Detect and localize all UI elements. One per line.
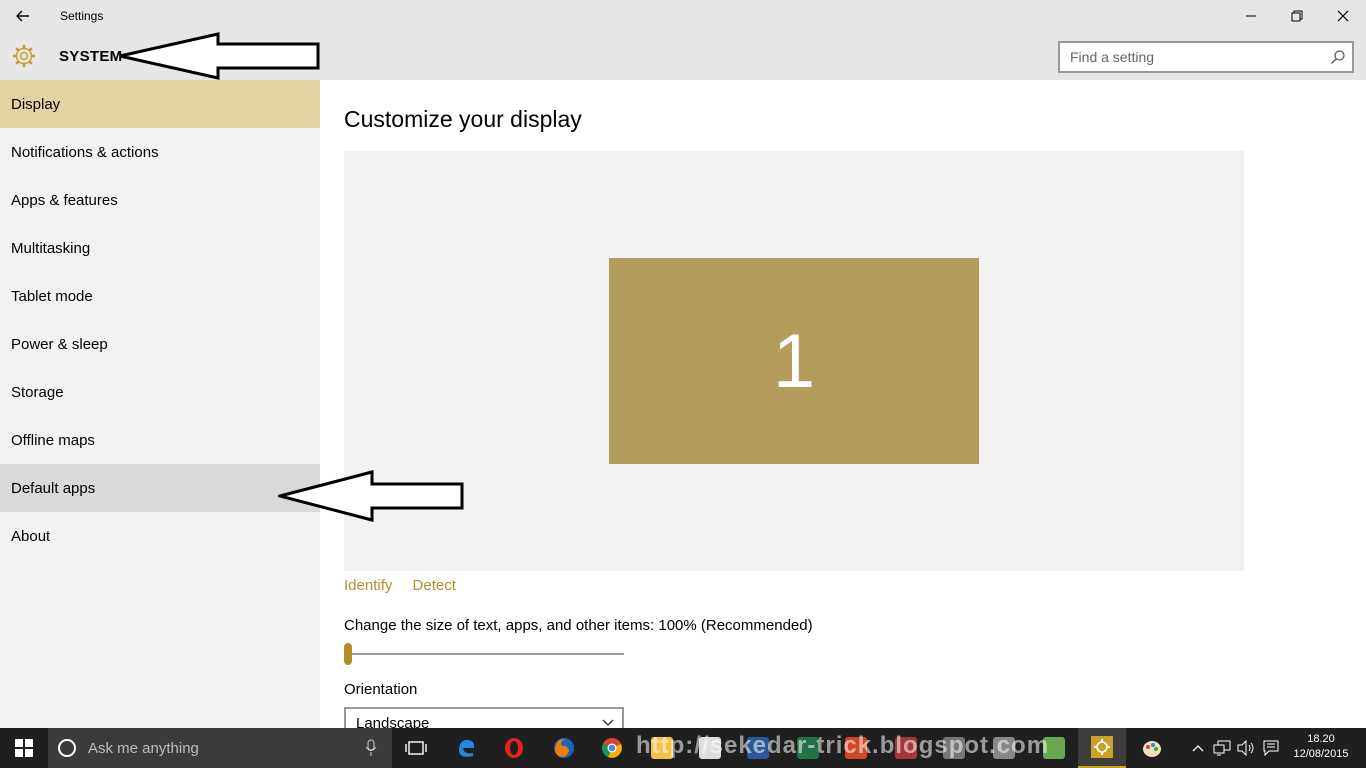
clock-date: 12/08/2015 (1293, 748, 1349, 760)
task-view-button[interactable] (392, 728, 440, 768)
section-title: SYSTEM (59, 48, 123, 65)
sidebar-item-power-sleep[interactable]: Power & sleep (0, 320, 320, 368)
title-bar: Settings (0, 0, 1366, 32)
sidebar-item-about[interactable]: About (0, 512, 320, 560)
monitor-1[interactable]: 1 (609, 258, 979, 464)
minimize-button[interactable] (1228, 0, 1274, 32)
restore-icon (1291, 10, 1303, 22)
action-center-button[interactable] (1258, 728, 1284, 768)
minimize-icon (1246, 15, 1256, 17)
paint-icon (1143, 741, 1161, 757)
cortana-placeholder: Ask me anything (88, 740, 199, 757)
firefox-icon (554, 738, 574, 758)
slider-thumb[interactable] (344, 643, 352, 665)
sidebar: Display Notifications & actions Apps & f… (0, 80, 320, 728)
sidebar-item-notifications[interactable]: Notifications & actions (0, 128, 320, 176)
microphone-icon[interactable] (364, 739, 378, 757)
display-links: Identify Detect (344, 577, 472, 594)
sidebar-item-storage[interactable]: Storage (0, 368, 320, 416)
speaker-icon (1237, 740, 1254, 756)
taskbar-opera[interactable] (490, 728, 538, 768)
restore-button[interactable] (1274, 0, 1320, 32)
sidebar-item-multitasking[interactable]: Multitasking (0, 224, 320, 272)
taskbar-firefox[interactable] (540, 728, 588, 768)
scale-label: Change the size of text, apps, and other… (344, 617, 813, 634)
orientation-label: Orientation (344, 681, 418, 698)
sidebar-item-tablet-mode[interactable]: Tablet mode (0, 272, 320, 320)
watermark-text: http://sekedar-trick.blogspot.com (636, 732, 1050, 759)
sidebar-item-default-apps[interactable]: Default apps (0, 464, 320, 512)
annotation-arrow-default-apps (278, 470, 464, 522)
windows-logo-icon (15, 739, 33, 757)
sidebar-item-display[interactable]: Display (0, 80, 320, 128)
sidebar-item-offline-maps[interactable]: Offline maps (0, 416, 320, 464)
cortana-icon (58, 739, 76, 757)
monitor-number: 1 (772, 318, 816, 404)
taskbar-paint[interactable] (1128, 728, 1176, 768)
sidebar-item-apps-features[interactable]: Apps & features (0, 176, 320, 224)
notification-icon (1263, 740, 1279, 756)
back-arrow-icon (16, 10, 29, 22)
taskbar: Ask me anything http://sekedar-trick.blo… (0, 728, 1366, 768)
edge-icon (459, 740, 475, 757)
clock-time: 18.20 (1307, 733, 1335, 745)
show-hidden-icons-button[interactable] (1188, 728, 1208, 768)
volume-button[interactable] (1234, 728, 1258, 768)
scale-slider[interactable] (344, 643, 624, 665)
page-title: Customize your display (344, 106, 582, 132)
find-setting-box[interactable] (1058, 41, 1354, 73)
window-title: Settings (60, 9, 104, 23)
network-button[interactable] (1210, 728, 1234, 768)
find-setting-input[interactable] (1060, 43, 1322, 71)
annotation-arrow-system (119, 32, 320, 80)
taskbar-chrome[interactable] (588, 728, 636, 768)
taskbar-edge[interactable] (442, 728, 490, 768)
chevron-up-icon (1192, 745, 1204, 752)
cortana-search-box[interactable]: Ask me anything (48, 728, 392, 768)
back-button[interactable] (8, 3, 38, 29)
main-content: Customize your display 1 Identify Detect… (320, 80, 1366, 739)
settings-gear-icon (1091, 736, 1113, 758)
task-view-icon (405, 741, 427, 755)
search-icon[interactable] (1330, 49, 1346, 65)
slider-track (344, 653, 624, 655)
start-button[interactable] (0, 728, 48, 768)
close-icon (1337, 10, 1349, 22)
taskbar-settings[interactable] (1078, 728, 1126, 768)
display-arrangement: 1 (344, 151, 1244, 571)
close-button[interactable] (1320, 0, 1366, 32)
detect-link[interactable]: Detect (413, 577, 456, 594)
identify-link[interactable]: Identify (344, 577, 392, 594)
gear-icon (13, 45, 35, 67)
opera-icon (505, 738, 523, 758)
network-icon (1213, 740, 1231, 756)
clock[interactable]: 18.20 12/08/2015 (1288, 732, 1354, 762)
chrome-icon (602, 738, 622, 758)
